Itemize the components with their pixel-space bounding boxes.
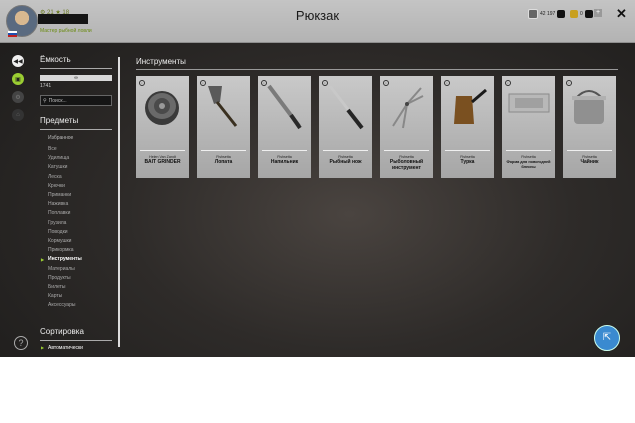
gold-balance: 0 <box>570 9 595 19</box>
gold-icon <box>570 10 578 18</box>
category-item[interactable]: Леска <box>48 173 112 182</box>
divider <box>201 150 246 151</box>
gear-icon[interactable]: ⚙ <box>12 91 24 103</box>
sort-title: Сортировка <box>40 327 84 336</box>
category-item[interactable]: Карты <box>48 292 112 301</box>
home-icon[interactable]: ⌂ <box>12 109 24 121</box>
favorites-item[interactable]: Избранное <box>40 135 112 141</box>
item-name: Турка <box>460 159 475 165</box>
capacity-title: Ёмкость <box>40 55 71 64</box>
category-item[interactable]: Аксессуары <box>48 301 112 310</box>
category-item[interactable]: Прикормка <box>48 246 112 255</box>
category-item[interactable]: Наживка <box>48 200 112 209</box>
top-bar: ⚙ 21 ★ 18 Мастер рыбной ловли Рюкзак 42 … <box>0 0 635 43</box>
mold-icon <box>508 93 550 113</box>
gold-mask <box>584 10 593 18</box>
divider <box>40 340 112 341</box>
category-item[interactable]: Все <box>48 145 112 154</box>
item-card[interactable]: i Fishsetta Форма для новогодней блесны <box>502 76 555 178</box>
file-icon <box>267 84 302 130</box>
app-window: ⚙ 21 ★ 18 Мастер рыбной ловли Рюкзак 42 … <box>0 0 635 357</box>
category-item[interactable]: Приманки <box>48 191 112 200</box>
shovel-icon <box>208 86 238 127</box>
item-card[interactable]: i Fishsetta Рыболовный инструмент <box>380 76 433 178</box>
item-card[interactable]: i Fishsetta Чайник <box>563 76 616 178</box>
item-card[interactable]: i Fishsetta Лопата <box>197 76 250 178</box>
backpack-icon[interactable]: ▣ <box>12 73 24 85</box>
flag-icon <box>8 31 17 37</box>
category-item[interactable]: Материалы <box>48 265 112 274</box>
turka-icon <box>454 88 487 124</box>
silver-amount: 42 197 <box>540 11 556 17</box>
left-nav: ◀◀ ▣ ⚙ ⌂ <box>12 55 28 127</box>
item-brand: Fishsetta <box>521 155 536 159</box>
silver-icon <box>528 9 538 19</box>
category-item[interactable]: Поводки <box>48 228 112 237</box>
divider <box>445 150 490 151</box>
item-name: BAIT GRINDER <box>144 159 181 165</box>
close-icon[interactable]: ✕ <box>616 6 627 22</box>
category-item-active[interactable]: Инструменты <box>41 255 112 264</box>
divider <box>40 68 112 69</box>
capacity-value: 1741 <box>40 83 52 89</box>
gold-amount: 0 <box>580 11 583 17</box>
divider <box>323 150 368 151</box>
category-item[interactable]: Продукты <box>48 274 112 283</box>
silver-balance: 42 197 <box>528 9 567 19</box>
divider <box>506 150 551 151</box>
search-placeholder: Поиск... <box>48 97 67 104</box>
scrollbar[interactable] <box>118 57 120 347</box>
item-name: Напильник <box>270 159 299 165</box>
category-item[interactable]: Крючки <box>48 182 112 191</box>
item-card[interactable]: i Fishsetta Рыбный нож <box>319 76 372 178</box>
grinder-icon <box>145 91 179 125</box>
pliers-icon <box>392 87 424 129</box>
divider <box>140 150 185 151</box>
item-name: Рыбный нож <box>329 159 362 165</box>
sort-select[interactable]: Автоматически <box>40 345 112 351</box>
search-input[interactable]: ⚲ Поиск... <box>40 95 112 106</box>
item-card[interactable]: i Fishsetta Турка <box>441 76 494 178</box>
item-name: Лопата <box>214 159 233 165</box>
section-title: Инструменты <box>136 57 186 66</box>
silver-mask <box>557 10 566 18</box>
category-list: Все Удилища Катушки Леска Крючки Приманк… <box>40 145 112 311</box>
item-name: Чайник <box>580 159 599 165</box>
divider <box>384 150 429 151</box>
item-card[interactable]: i Helen Van Zandt BAIT GRINDER <box>136 76 189 178</box>
back-icon[interactable]: ◀◀ <box>12 55 24 67</box>
category-item[interactable]: Удилища <box>48 154 112 163</box>
item-card[interactable]: i Fishsetta Напильник <box>258 76 311 178</box>
add-currency-button[interactable]: + <box>594 9 602 17</box>
category-item[interactable]: Билеты <box>48 283 112 292</box>
category-item[interactable]: Кормушки <box>48 237 112 246</box>
item-name: Форма для новогодней блесны <box>506 160 551 169</box>
filter-panel: Ёмкость ∞ 1741 ⚲ Поиск... Предметы Избра… <box>40 55 112 311</box>
kettle-icon <box>572 90 606 124</box>
item-name: Рыболовный инструмент <box>389 159 424 171</box>
category-item[interactable]: Катушки <box>48 163 112 172</box>
pointer-mode-button[interactable]: ⇱ <box>594 325 620 351</box>
divider <box>262 150 307 151</box>
divider <box>136 69 618 70</box>
category-item[interactable]: Грузила <box>48 219 112 228</box>
capacity-bar: ∞ <box>40 75 112 81</box>
divider <box>567 150 612 151</box>
user-rank: Мастер рыбной ловли <box>40 28 92 34</box>
knife-icon <box>328 85 364 130</box>
divider <box>40 129 112 130</box>
category-item[interactable]: Поплавки <box>48 209 112 218</box>
items-title: Предметы <box>40 116 79 125</box>
sort-section: Сортировка Автоматически <box>40 327 112 351</box>
help-icon[interactable]: ? <box>14 336 28 350</box>
search-icon: ⚲ <box>43 97 47 104</box>
